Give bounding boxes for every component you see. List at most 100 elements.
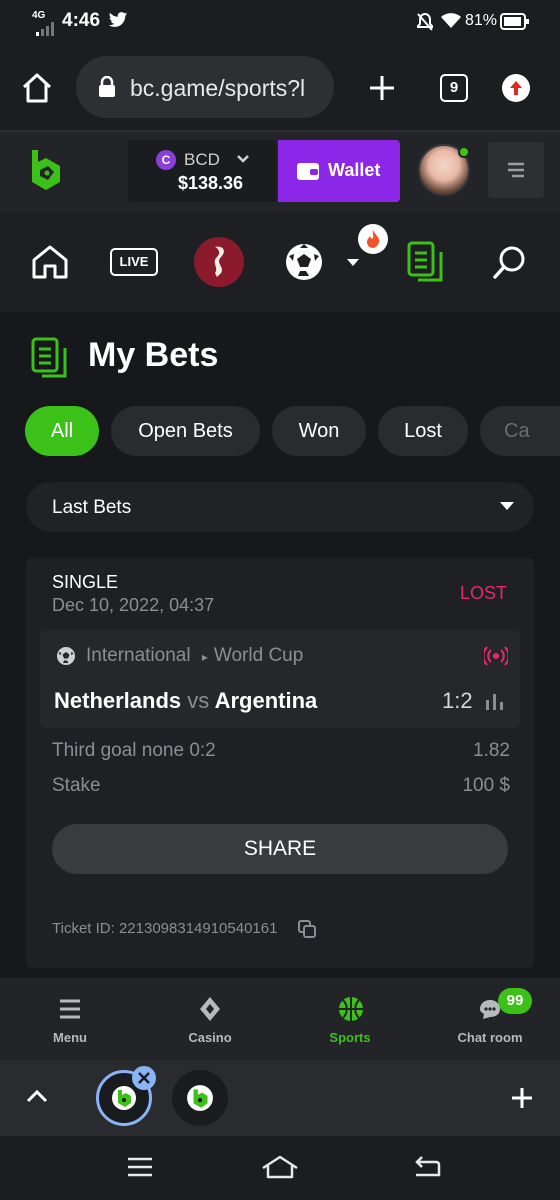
search-icon[interactable] bbox=[492, 244, 528, 280]
menu-lines-icon bbox=[508, 162, 524, 178]
add-tab-icon[interactable] bbox=[510, 1086, 534, 1110]
chat-unread-badge: 99 bbox=[498, 988, 532, 1014]
page-title: My Bets bbox=[88, 336, 219, 374]
my-bets-title-icon bbox=[31, 337, 67, 378]
league-name: International ▸ World Cup bbox=[86, 645, 303, 667]
currency-name: BCD bbox=[184, 150, 220, 169]
bet-card: SINGLE Dec 10, 2022, 04:37 LOST Internat… bbox=[26, 558, 534, 968]
ticket-id: Ticket ID: 2213098314910540161 bbox=[52, 920, 278, 937]
browser-home-icon[interactable] bbox=[20, 72, 54, 104]
open-tab[interactable] bbox=[172, 1070, 228, 1126]
filter-cashout[interactable]: Ca bbox=[480, 406, 560, 456]
bets-period-dropdown[interactable]: Last Bets bbox=[26, 482, 534, 532]
twitter-icon bbox=[108, 12, 128, 27]
mute-icon bbox=[417, 12, 433, 31]
new-tab-icon[interactable] bbox=[368, 74, 396, 102]
back-icon[interactable] bbox=[412, 1154, 442, 1180]
hot-badge bbox=[358, 224, 388, 254]
match-info[interactable]: International ▸ World Cup Netherlands vs … bbox=[40, 630, 520, 728]
bet-status-badge: LOST bbox=[460, 583, 508, 603]
sports-nav-row: LIVE bbox=[0, 212, 560, 312]
battery-icon bbox=[500, 13, 529, 30]
system-navigation-bar bbox=[0, 1136, 560, 1200]
bottom-nav-label: Casino bbox=[188, 1030, 232, 1045]
bet-selection: Third goal none 0:2 bbox=[52, 740, 216, 761]
away-team: Argentina bbox=[214, 688, 318, 713]
arrow-up-icon bbox=[510, 81, 522, 95]
wallet-icon bbox=[297, 163, 319, 180]
home-team: Netherlands bbox=[54, 688, 182, 713]
currency-selector[interactable]: C BCD $138.36 bbox=[128, 140, 276, 202]
side-menu-button[interactable] bbox=[488, 142, 544, 198]
filter-open-bets[interactable]: Open Bets bbox=[111, 406, 260, 456]
chevron-down-icon bbox=[237, 155, 249, 163]
vs-label: vs bbox=[187, 688, 210, 713]
fire-icon bbox=[367, 230, 380, 248]
stake-label: Stake bbox=[52, 775, 101, 796]
bc-game-logo-icon[interactable] bbox=[26, 148, 66, 194]
tab-switcher-button[interactable]: 9 bbox=[440, 74, 468, 102]
home-icon[interactable] bbox=[30, 244, 70, 280]
bottom-nav-label: Sports bbox=[329, 1030, 371, 1045]
wallet-label: Wallet bbox=[328, 160, 381, 180]
stats-icon[interactable] bbox=[484, 692, 506, 710]
bottom-nav-sports[interactable]: Sports bbox=[280, 978, 420, 1060]
basketball-icon bbox=[339, 997, 363, 1021]
filter-lost[interactable]: Lost bbox=[378, 406, 468, 456]
network-indicator: 4G bbox=[32, 10, 46, 21]
stake-value: 100 $ bbox=[462, 775, 510, 796]
bottom-nav-menu[interactable]: Menu bbox=[0, 978, 140, 1060]
bet-odds: 1.82 bbox=[473, 740, 510, 761]
my-bets-icon[interactable] bbox=[406, 240, 446, 284]
chevron-down-icon[interactable] bbox=[346, 258, 360, 268]
address-bar[interactable]: bc.game/sports?l bbox=[76, 56, 334, 118]
bcd-coin-icon: C bbox=[156, 150, 176, 170]
bet-date: Dec 10, 2022, 04:37 bbox=[52, 595, 215, 615]
filter-won[interactable]: Won bbox=[272, 406, 366, 456]
balance-amount: $138.36 bbox=[178, 173, 244, 193]
wallet-button[interactable]: Wallet bbox=[278, 140, 400, 202]
bc-game-tab-icon bbox=[187, 1085, 213, 1111]
match-teams: Netherlands vs Argentina bbox=[54, 688, 317, 714]
copy-icon[interactable] bbox=[298, 920, 316, 938]
bottom-nav-chat[interactable]: Chat room bbox=[420, 978, 560, 1060]
filter-all[interactable]: All bbox=[25, 406, 99, 456]
chevron-up-icon[interactable] bbox=[26, 1088, 48, 1104]
update-button[interactable] bbox=[502, 74, 530, 102]
league-region: International bbox=[86, 645, 191, 666]
wifi-icon bbox=[441, 13, 461, 28]
casino-icon bbox=[200, 997, 220, 1021]
world-cup-icon[interactable] bbox=[194, 237, 244, 287]
online-status-dot bbox=[458, 146, 470, 158]
recent-apps-icon[interactable] bbox=[126, 1156, 154, 1178]
trophy-icon bbox=[214, 246, 224, 277]
bottom-nav-label: Chat room bbox=[457, 1030, 523, 1045]
menu-icon bbox=[60, 999, 80, 1019]
close-icon bbox=[138, 1072, 150, 1084]
system-home-icon[interactable] bbox=[260, 1154, 300, 1180]
close-tab-icon[interactable] bbox=[132, 1066, 156, 1090]
share-button[interactable]: SHARE bbox=[52, 824, 508, 874]
browser-tab-strip bbox=[0, 1060, 560, 1136]
soccer-ball-icon[interactable] bbox=[284, 242, 324, 282]
soccer-ball-icon bbox=[57, 647, 75, 665]
url-text: bc.game/sports?l bbox=[130, 75, 306, 101]
live-broadcast-icon bbox=[484, 646, 508, 666]
tournament-name: World Cup bbox=[213, 645, 304, 666]
bottom-nav: Menu Casino Sports Chat room bbox=[0, 978, 560, 1060]
site-header: C BCD $138.36 Wallet bbox=[0, 132, 560, 212]
browser-toolbar: bc.game/sports?l 9 bbox=[0, 44, 560, 132]
bet-type: SINGLE bbox=[52, 572, 119, 592]
live-icon[interactable]: LIVE bbox=[110, 248, 158, 276]
lock-icon bbox=[99, 76, 115, 97]
breadcrumb-separator-icon: ▸ bbox=[201, 650, 208, 664]
match-score: 1:2 bbox=[442, 688, 473, 713]
clock: 4:46 bbox=[62, 10, 101, 31]
bc-game-tab-icon bbox=[112, 1086, 136, 1110]
bottom-nav-casino[interactable]: Casino bbox=[140, 978, 280, 1060]
chevron-down-icon bbox=[500, 502, 514, 510]
dropdown-selected-label: Last Bets bbox=[52, 497, 132, 518]
signal-icon bbox=[36, 22, 54, 36]
status-bar: 4G 4:46 81% bbox=[0, 0, 560, 44]
battery-percent: 81% bbox=[465, 12, 498, 29]
